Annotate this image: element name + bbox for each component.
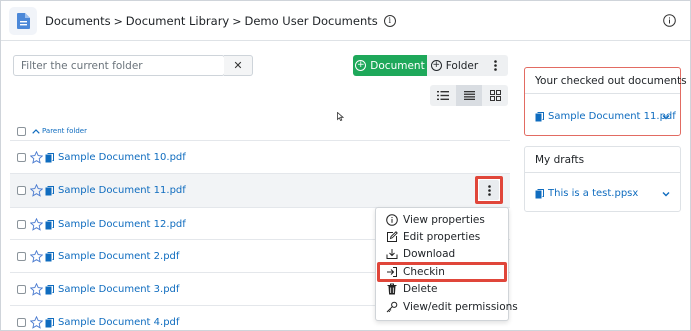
add-document-button[interactable]: + Document bbox=[353, 55, 427, 76]
parent-folder-label: Parent folder bbox=[42, 127, 87, 135]
chevron-up-icon bbox=[32, 128, 40, 134]
info-icon bbox=[386, 214, 398, 226]
checked-out-file-name: Sample Document 11.pdf bbox=[548, 111, 676, 122]
breadcrumb-separator: > bbox=[113, 14, 123, 28]
menu-item-download[interactable]: Download bbox=[386, 248, 455, 260]
select-all-checkbox[interactable] bbox=[17, 127, 26, 136]
plus-circle-icon: + bbox=[355, 60, 367, 71]
menu-item-label: View/edit permissions bbox=[403, 301, 518, 313]
list-view-icon bbox=[437, 91, 449, 100]
draft-file-name: This is a test.ppsx bbox=[548, 188, 639, 199]
row-checkbox[interactable] bbox=[17, 252, 26, 261]
star-icon[interactable] bbox=[30, 316, 43, 329]
row-checkbox[interactable] bbox=[17, 318, 26, 327]
info-icon[interactable]: i bbox=[383, 15, 396, 27]
menu-item-label: View properties bbox=[403, 214, 485, 226]
table-view-button[interactable] bbox=[456, 85, 482, 106]
parent-folder-link[interactable]: Parent folder bbox=[32, 127, 87, 135]
file-link[interactable]: Sample Document 3.pdf bbox=[58, 284, 179, 295]
add-folder-button[interactable]: + Folder bbox=[427, 55, 482, 76]
table-row: Sample Document 10.pdf bbox=[10, 140, 510, 173]
add-document-label: Document bbox=[370, 59, 425, 72]
clear-filter-button[interactable]: ✕ bbox=[224, 55, 253, 76]
edit-icon bbox=[387, 231, 398, 242]
checked-out-documents-panel: Your checked out documents Sample Docume… bbox=[524, 67, 687, 136]
my-drafts-panel: My drafts This is a test.ppsx bbox=[524, 146, 681, 212]
checked-out-file-link[interactable]: Sample Document 11.pdf bbox=[535, 111, 676, 122]
kebab-icon bbox=[493, 60, 497, 71]
row-checkbox[interactable] bbox=[17, 153, 26, 162]
menu-item-edit-properties[interactable]: Edit properties bbox=[386, 231, 480, 243]
menu-item-view-properties[interactable]: View properties bbox=[386, 214, 485, 226]
row-checkbox[interactable] bbox=[17, 186, 26, 195]
row-checkbox[interactable] bbox=[17, 220, 26, 229]
kebab-icon bbox=[487, 184, 491, 196]
file-link[interactable]: Sample Document 4.pdf bbox=[58, 317, 179, 328]
file-link[interactable]: Sample Document 11.pdf bbox=[58, 185, 186, 196]
breadcrumb-documents[interactable]: Documents bbox=[45, 14, 111, 28]
menu-item-label: Delete bbox=[403, 283, 438, 295]
file-presentation-icon bbox=[535, 188, 544, 198]
panel-title: Your checked out documents bbox=[525, 68, 687, 94]
download-icon bbox=[386, 249, 398, 259]
star-icon[interactable] bbox=[30, 184, 43, 197]
file-link[interactable]: Sample Document 2.pdf bbox=[58, 251, 179, 262]
add-folder-label: Folder bbox=[445, 59, 479, 72]
panel-title: My drafts bbox=[525, 147, 680, 173]
document-library-icon bbox=[9, 7, 37, 35]
table-view-icon bbox=[463, 91, 475, 100]
parent-folder-row: Parent folder bbox=[10, 123, 510, 140]
file-link[interactable]: Sample Document 10.pdf bbox=[58, 152, 186, 163]
file-pdf-icon bbox=[45, 252, 54, 262]
breadcrumb-separator: > bbox=[232, 14, 242, 28]
breadcrumb-document-library[interactable]: Document Library bbox=[126, 14, 229, 28]
file-pdf-icon bbox=[45, 153, 54, 163]
breadcrumb: Documents > Document Library > Demo User… bbox=[45, 14, 396, 28]
page-header: Documents > Document Library > Demo User… bbox=[1, 1, 690, 41]
row-actions-button-inner bbox=[479, 180, 499, 200]
grid-view-icon bbox=[489, 90, 501, 101]
menu-item-label: Download bbox=[403, 248, 456, 260]
breadcrumb-demo-user-documents: Demo User Documents bbox=[244, 14, 378, 28]
more-actions-button[interactable] bbox=[482, 55, 508, 76]
file-pdf-icon bbox=[535, 111, 544, 121]
list-view-button[interactable] bbox=[430, 85, 456, 106]
row-checkbox[interactable] bbox=[17, 285, 26, 294]
draft-file-link[interactable]: This is a test.ppsx bbox=[535, 188, 638, 199]
star-icon[interactable] bbox=[30, 283, 43, 296]
menu-item-label: Edit properties bbox=[403, 231, 481, 243]
star-icon[interactable] bbox=[30, 151, 43, 164]
file-link[interactable]: Sample Document 12.pdf bbox=[58, 219, 186, 230]
row-actions-button[interactable] bbox=[475, 176, 503, 204]
help-info-icon[interactable] bbox=[663, 14, 676, 27]
chevron-down-icon[interactable] bbox=[662, 190, 670, 198]
cards-view-button[interactable] bbox=[482, 85, 508, 106]
menu-item-permissions[interactable]: View/edit permissions bbox=[386, 301, 518, 313]
filter-input[interactable]: Filter the current folder bbox=[13, 55, 225, 76]
checkin-highlight-box bbox=[377, 262, 507, 282]
table-row: Sample Document 11.pdf bbox=[10, 173, 510, 207]
file-pdf-icon bbox=[45, 318, 54, 328]
menu-item-delete[interactable]: Delete bbox=[386, 283, 438, 295]
plus-circle-icon: + bbox=[430, 60, 442, 71]
file-pdf-icon bbox=[45, 186, 54, 196]
file-pdf-icon bbox=[45, 285, 54, 295]
star-icon[interactable] bbox=[30, 250, 43, 263]
mouse-cursor-icon bbox=[337, 112, 344, 121]
file-pdf-icon bbox=[45, 220, 54, 230]
chevron-down-icon[interactable] bbox=[662, 113, 670, 121]
key-icon bbox=[386, 301, 398, 313]
star-icon[interactable] bbox=[30, 218, 43, 231]
trash-icon bbox=[387, 283, 397, 295]
